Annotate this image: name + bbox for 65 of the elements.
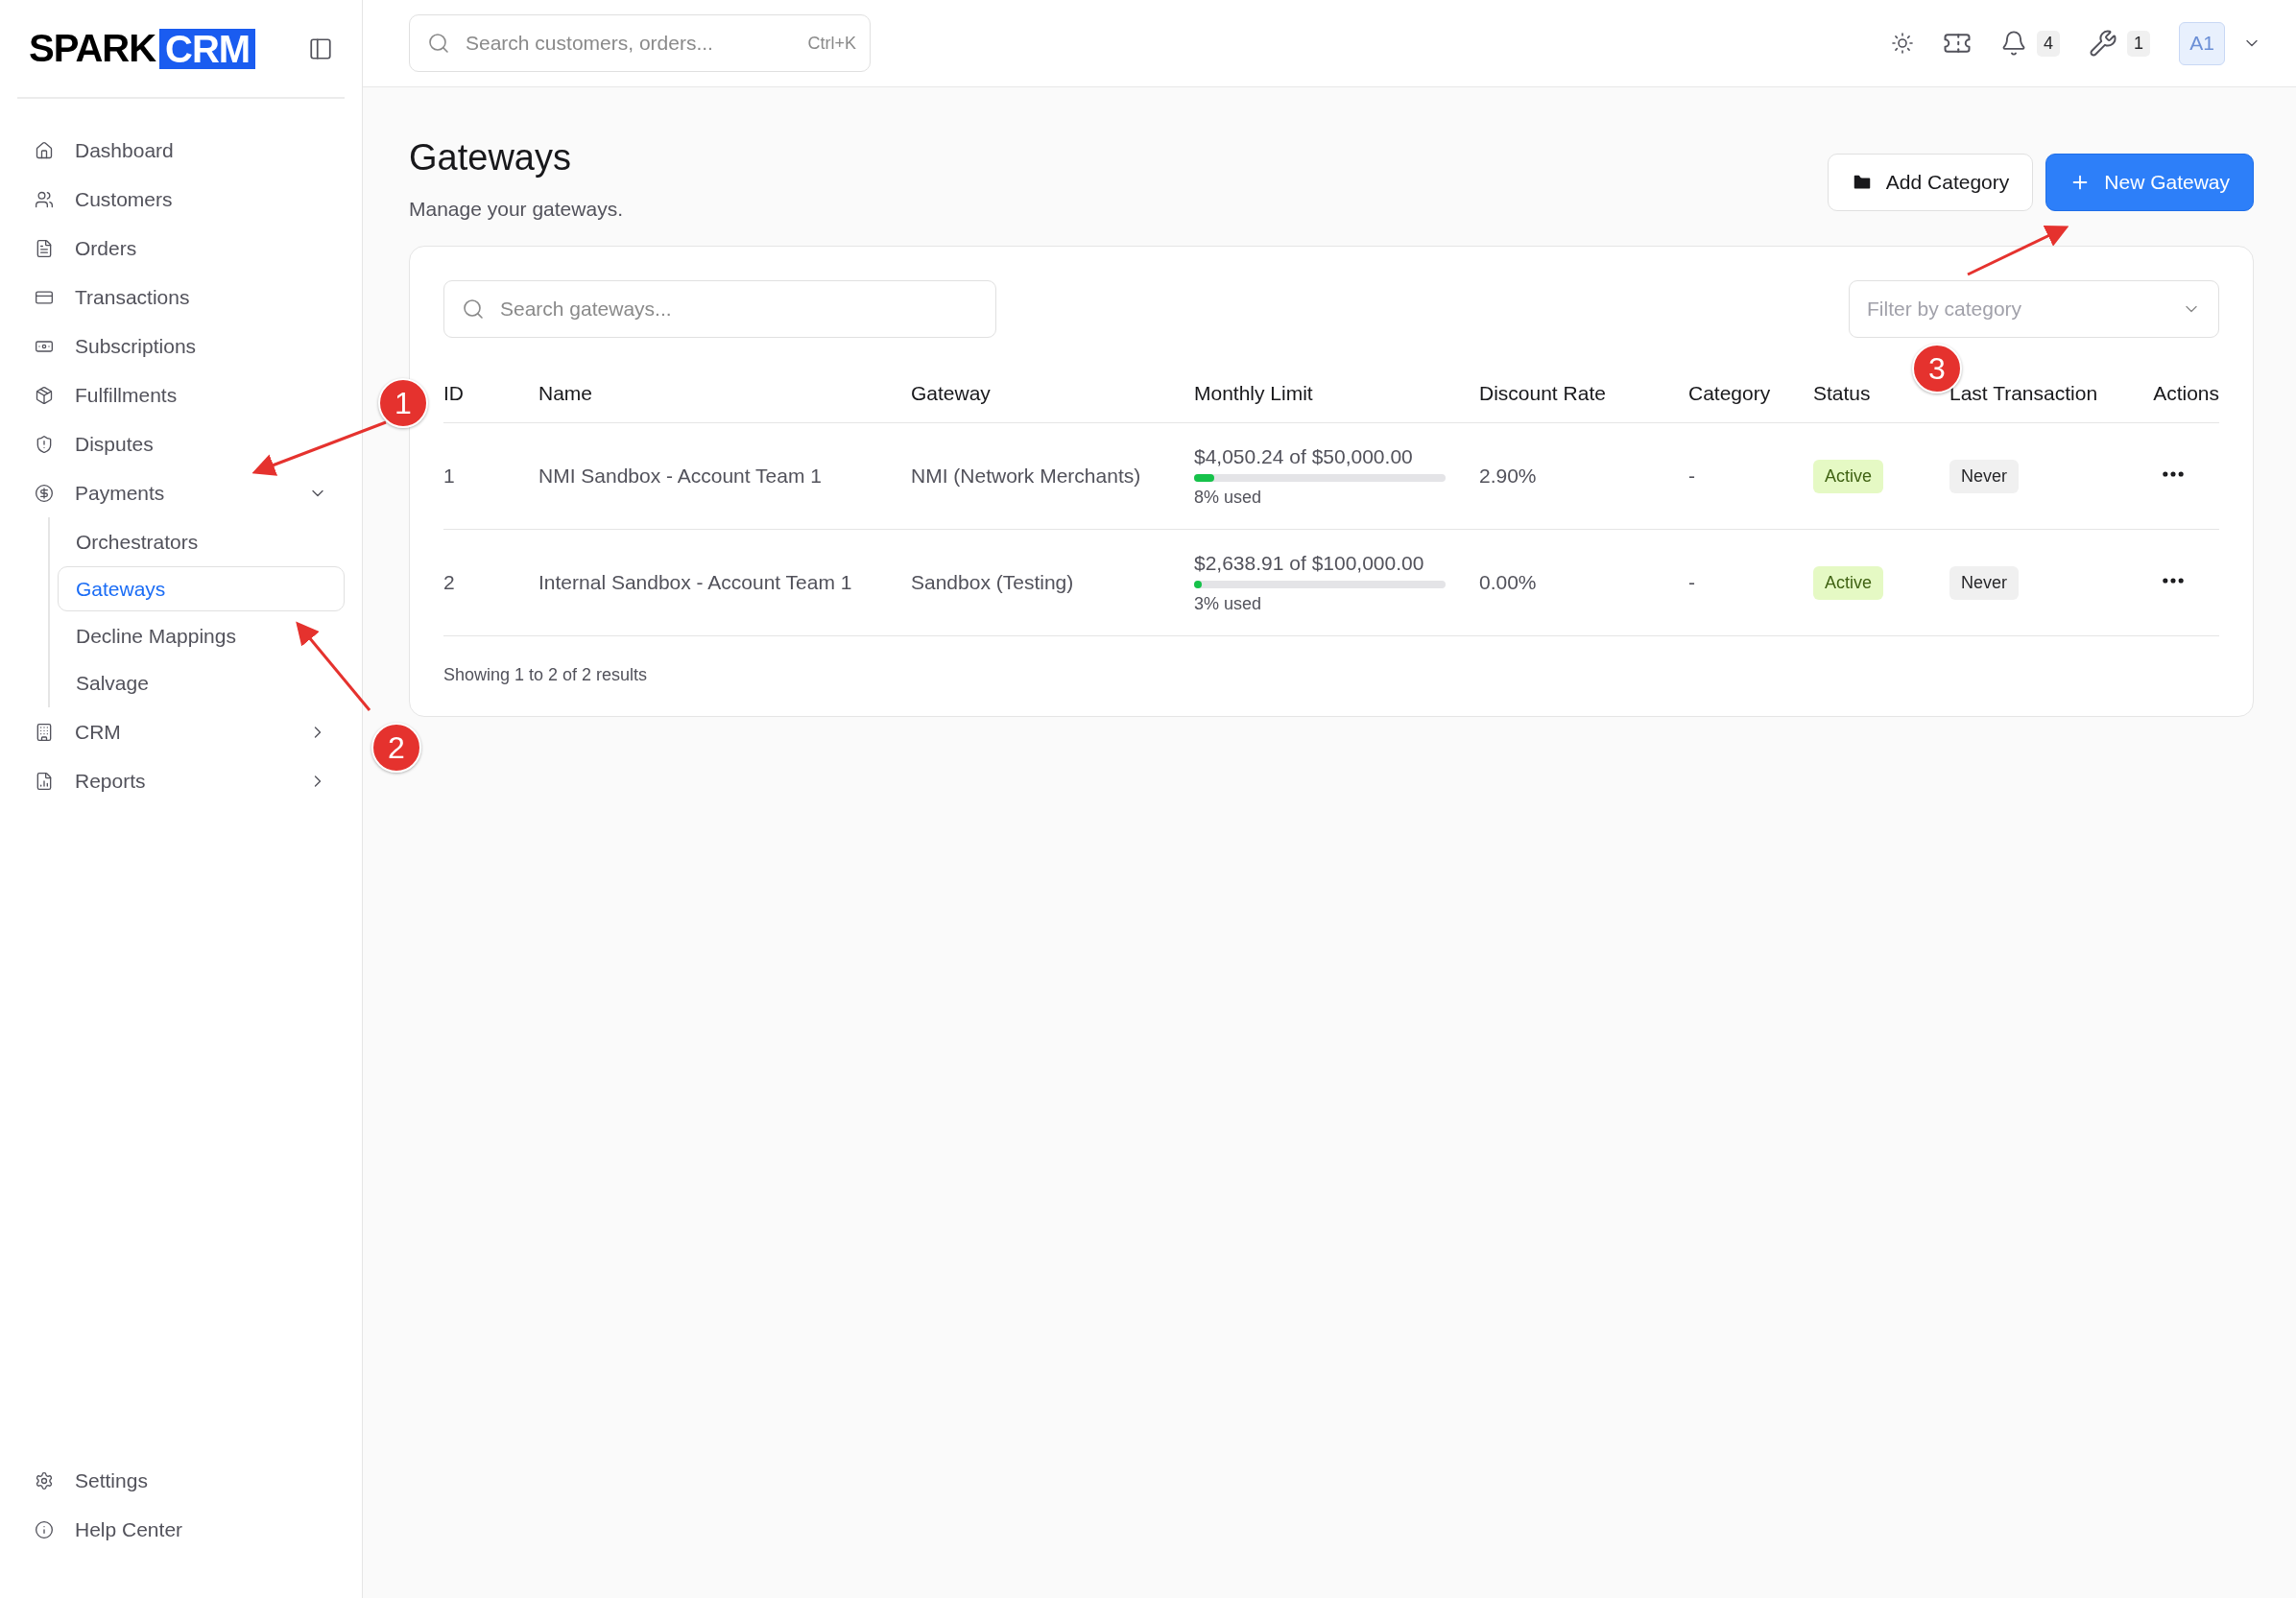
column-header: ID	[443, 382, 538, 423]
usage-note: 3% used	[1194, 593, 1263, 614]
building-icon	[35, 722, 54, 742]
annotation-marker: 1	[378, 378, 428, 428]
nav-item[interactable]: Dashboard	[17, 126, 345, 175]
report-icon	[35, 771, 54, 791]
notification-count: 4	[2036, 30, 2060, 57]
column-header: Actions	[2136, 382, 2219, 423]
box-icon	[35, 385, 54, 405]
search-field[interactable]: Search gateways...	[443, 280, 996, 338]
table-cell: 1	[443, 422, 538, 530]
add-category-button[interactable]: Add Category	[1827, 154, 2034, 211]
table-cell: Internal Sandbox - Account Team 1	[538, 529, 911, 636]
column-header: Discount Rate	[1479, 382, 1688, 423]
results-summary: Showing 1 to 2 of 2 results	[443, 665, 649, 685]
annotation-marker: 2	[371, 723, 421, 773]
column-header: Category	[1688, 382, 1813, 423]
nav-item[interactable]: Settings	[17, 1456, 345, 1505]
nav-item[interactable]: Customers	[17, 175, 345, 224]
limit-text: $4,050.24 of $50,000.00	[1194, 444, 1414, 468]
nav-item[interactable]: Disputes	[17, 419, 345, 468]
users-icon	[35, 189, 54, 209]
nav-subitem[interactable]: Gateways	[58, 566, 345, 611]
table-cell: 2.90%	[1479, 422, 1688, 530]
shortcut-hint: Ctrl+K	[807, 33, 856, 54]
nav-item[interactable]: Subscriptions	[17, 322, 345, 370]
table-cell: 0.00%	[1479, 529, 1688, 636]
search-input[interactable]: Search gateways...	[498, 297, 978, 322]
nav-item[interactable]: Fulfillments	[17, 370, 345, 419]
house-icon	[35, 140, 54, 160]
nav-item[interactable]: Help Center	[17, 1505, 345, 1554]
sun-icon[interactable]	[1890, 32, 1914, 55]
nav-item[interactable]: Payments	[17, 468, 345, 517]
nav-item[interactable]: Reports	[17, 756, 345, 805]
nav-item[interactable]: Transactions	[17, 273, 345, 322]
nav-item[interactable]: CRM	[17, 707, 345, 756]
table-cell: NMI Sandbox - Account Team 1	[538, 422, 911, 530]
settings-icon	[35, 1470, 54, 1491]
nav-item[interactable]: Orders	[17, 224, 345, 273]
column-header: Gateway	[911, 382, 1194, 423]
status-badge: Active	[1813, 565, 1884, 600]
wrench-icon[interactable]	[2089, 29, 2117, 58]
search-icon	[462, 298, 485, 321]
search-icon	[427, 32, 450, 55]
info-icon	[35, 1519, 54, 1539]
last-transaction-badge: Never	[1949, 565, 2019, 600]
usage-note: 8% used	[1194, 487, 1263, 508]
table-cell: NMI (Network Merchants)	[911, 422, 1194, 530]
shield-icon	[35, 434, 54, 454]
sidebar-toggle-icon[interactable]	[308, 36, 333, 61]
new-gateway-button[interactable]: New Gateway	[2045, 154, 2254, 211]
status-badge: Active	[1813, 459, 1884, 493]
dollar-icon	[35, 483, 54, 503]
table-cell: 2	[443, 529, 538, 636]
table-cell: Sandbox (Testing)	[911, 529, 1194, 636]
limit-text: $2,638.91 of $100,000.00	[1194, 551, 1425, 575]
column-header: Monthly Limit	[1194, 382, 1479, 423]
search-input[interactable]: Search customers, orders...	[464, 31, 795, 56]
page-subtitle: Manage your gateways.	[409, 198, 623, 221]
page-title: Gateways	[409, 137, 572, 179]
logo: SPARK CRM	[29, 27, 256, 70]
document-icon	[35, 238, 54, 258]
last-transaction-badge: Never	[1949, 459, 2019, 493]
column-header: Name	[538, 382, 911, 423]
tools-count: 1	[2127, 30, 2150, 57]
